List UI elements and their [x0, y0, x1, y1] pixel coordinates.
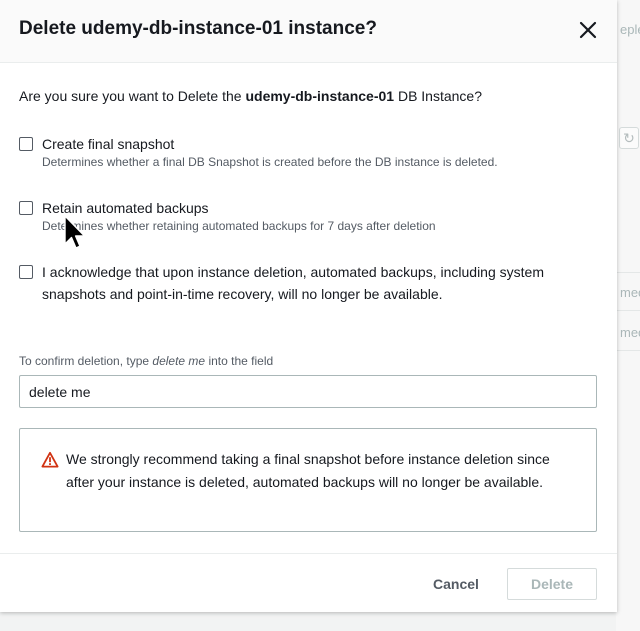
- background-divider: [616, 272, 640, 273]
- background-text-fragment: eple: [620, 22, 640, 37]
- cancel-button[interactable]: Cancel: [421, 568, 491, 600]
- acknowledge-label: I acknowledge that upon instance deletio…: [42, 264, 544, 302]
- delete-button[interactable]: Delete: [507, 568, 597, 600]
- modal-footer: Cancel Delete: [0, 553, 617, 612]
- delete-instance-modal: Delete udemy-db-instance-01 instance? Ar…: [0, 0, 617, 612]
- close-icon: [579, 21, 597, 39]
- snapshot-warning-alert: We strongly recommend taking a final sna…: [19, 428, 597, 532]
- modal-header: Delete udemy-db-instance-01 instance?: [0, 0, 617, 63]
- background-divider: [616, 310, 640, 311]
- warning-text: We strongly recommend taking a final sna…: [66, 451, 550, 490]
- background-console-strip: [616, 0, 640, 631]
- option-label: Retain automated backups: [42, 200, 209, 216]
- background-text-fragment: mec: [620, 285, 640, 300]
- background-refresh-icon: ↻: [619, 127, 639, 149]
- option-description: Determines whether a final DB Snapshot i…: [42, 155, 498, 169]
- create-final-snapshot-checkbox[interactable]: [19, 137, 33, 151]
- background-text-fragment: mec: [620, 325, 640, 340]
- question-instance-name: udemy-db-instance-01: [245, 88, 395, 104]
- option-description: Determines whether retaining automated b…: [42, 219, 436, 233]
- retain-automated-backups-checkbox[interactable]: [19, 201, 33, 215]
- confirm-label-prefix: To confirm deletion, type: [19, 354, 153, 368]
- question-suffix: DB Instance?: [394, 88, 482, 104]
- acknowledge-checkbox[interactable]: [19, 265, 33, 279]
- close-button[interactable]: [574, 16, 602, 44]
- confirm-label-keyword: delete me: [152, 354, 206, 368]
- question-prefix: Are you sure you want to Delete the: [19, 88, 246, 104]
- confirm-label-suffix: into the field: [205, 354, 274, 368]
- confirm-deletion-label: To confirm deletion, type delete me into…: [19, 354, 273, 368]
- delete-confirmation-question: Are you sure you want to Delete the udem…: [19, 88, 482, 104]
- warning-triangle-icon: [41, 451, 59, 468]
- background-divider: [616, 350, 640, 351]
- confirm-deletion-input[interactable]: [19, 375, 597, 408]
- modal-title: Delete udemy-db-instance-01 instance?: [19, 18, 377, 39]
- option-label: Create final snapshot: [42, 136, 175, 152]
